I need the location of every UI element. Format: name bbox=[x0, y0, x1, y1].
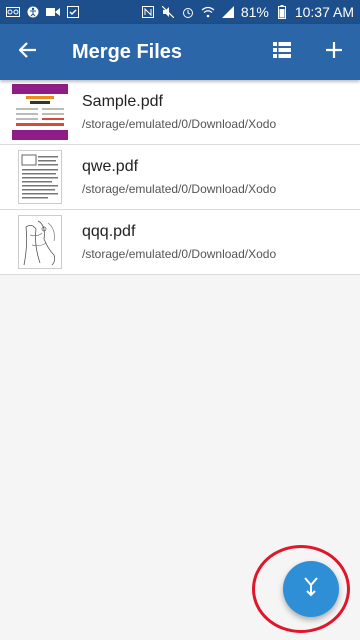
back-button[interactable] bbox=[0, 24, 56, 80]
list-view-button[interactable] bbox=[256, 24, 308, 80]
page-title: Merge Files bbox=[72, 40, 183, 63]
file-name: qqq.pdf bbox=[82, 223, 136, 240]
file-info: qqq.pdf /storage/emulated/0/Download/Xod… bbox=[82, 222, 276, 262]
nfc-icon bbox=[141, 5, 155, 19]
gallery-check-icon bbox=[66, 5, 80, 19]
status-bar-system: 81% 10:37 AM bbox=[141, 4, 354, 20]
list-item[interactable]: Sample.pdf /storage/emulated/0/Download/… bbox=[0, 80, 360, 145]
battery-icon bbox=[275, 5, 289, 19]
list-view-icon bbox=[273, 41, 291, 63]
list-item[interactable]: qqq.pdf /storage/emulated/0/Download/Xod… bbox=[0, 210, 360, 275]
file-path: /storage/emulated/0/Download/Xodo bbox=[82, 247, 277, 261]
arrow-left-icon bbox=[18, 41, 37, 64]
mute-icon bbox=[161, 5, 175, 19]
file-name: Sample.pdf bbox=[82, 93, 163, 110]
voicemail-icon bbox=[6, 5, 20, 19]
pdf-thumbnail bbox=[12, 214, 68, 270]
status-bar-notifications bbox=[6, 5, 80, 19]
add-file-button[interactable] bbox=[308, 24, 360, 80]
video-icon bbox=[46, 5, 60, 19]
battery-percent: 81% bbox=[240, 4, 269, 20]
merge-icon bbox=[302, 576, 320, 602]
file-path: /storage/emulated/0/Download/Xodo bbox=[82, 182, 277, 196]
app-toolbar: Merge Files bbox=[0, 24, 360, 80]
file-info: qwe.pdf /storage/emulated/0/Download/Xod… bbox=[82, 157, 276, 197]
signal-icon bbox=[221, 5, 235, 19]
merge-button[interactable] bbox=[283, 561, 339, 617]
file-path: /storage/emulated/0/Download/Xodo bbox=[82, 117, 277, 131]
file-name: qwe.pdf bbox=[82, 158, 139, 175]
list-item[interactable]: qwe.pdf /storage/emulated/0/Download/Xod… bbox=[0, 145, 360, 210]
accessibility-icon bbox=[26, 5, 40, 19]
file-info: Sample.pdf /storage/emulated/0/Download/… bbox=[82, 92, 276, 132]
status-time: 10:37 AM bbox=[294, 4, 354, 20]
alarm-icon bbox=[181, 5, 195, 19]
wifi-icon bbox=[201, 5, 215, 19]
plus-icon bbox=[326, 41, 342, 63]
file-list: Sample.pdf /storage/emulated/0/Download/… bbox=[0, 80, 360, 275]
pdf-thumbnail bbox=[12, 84, 68, 140]
status-bar: 81% 10:37 AM bbox=[0, 0, 360, 24]
pdf-thumbnail bbox=[12, 149, 68, 205]
